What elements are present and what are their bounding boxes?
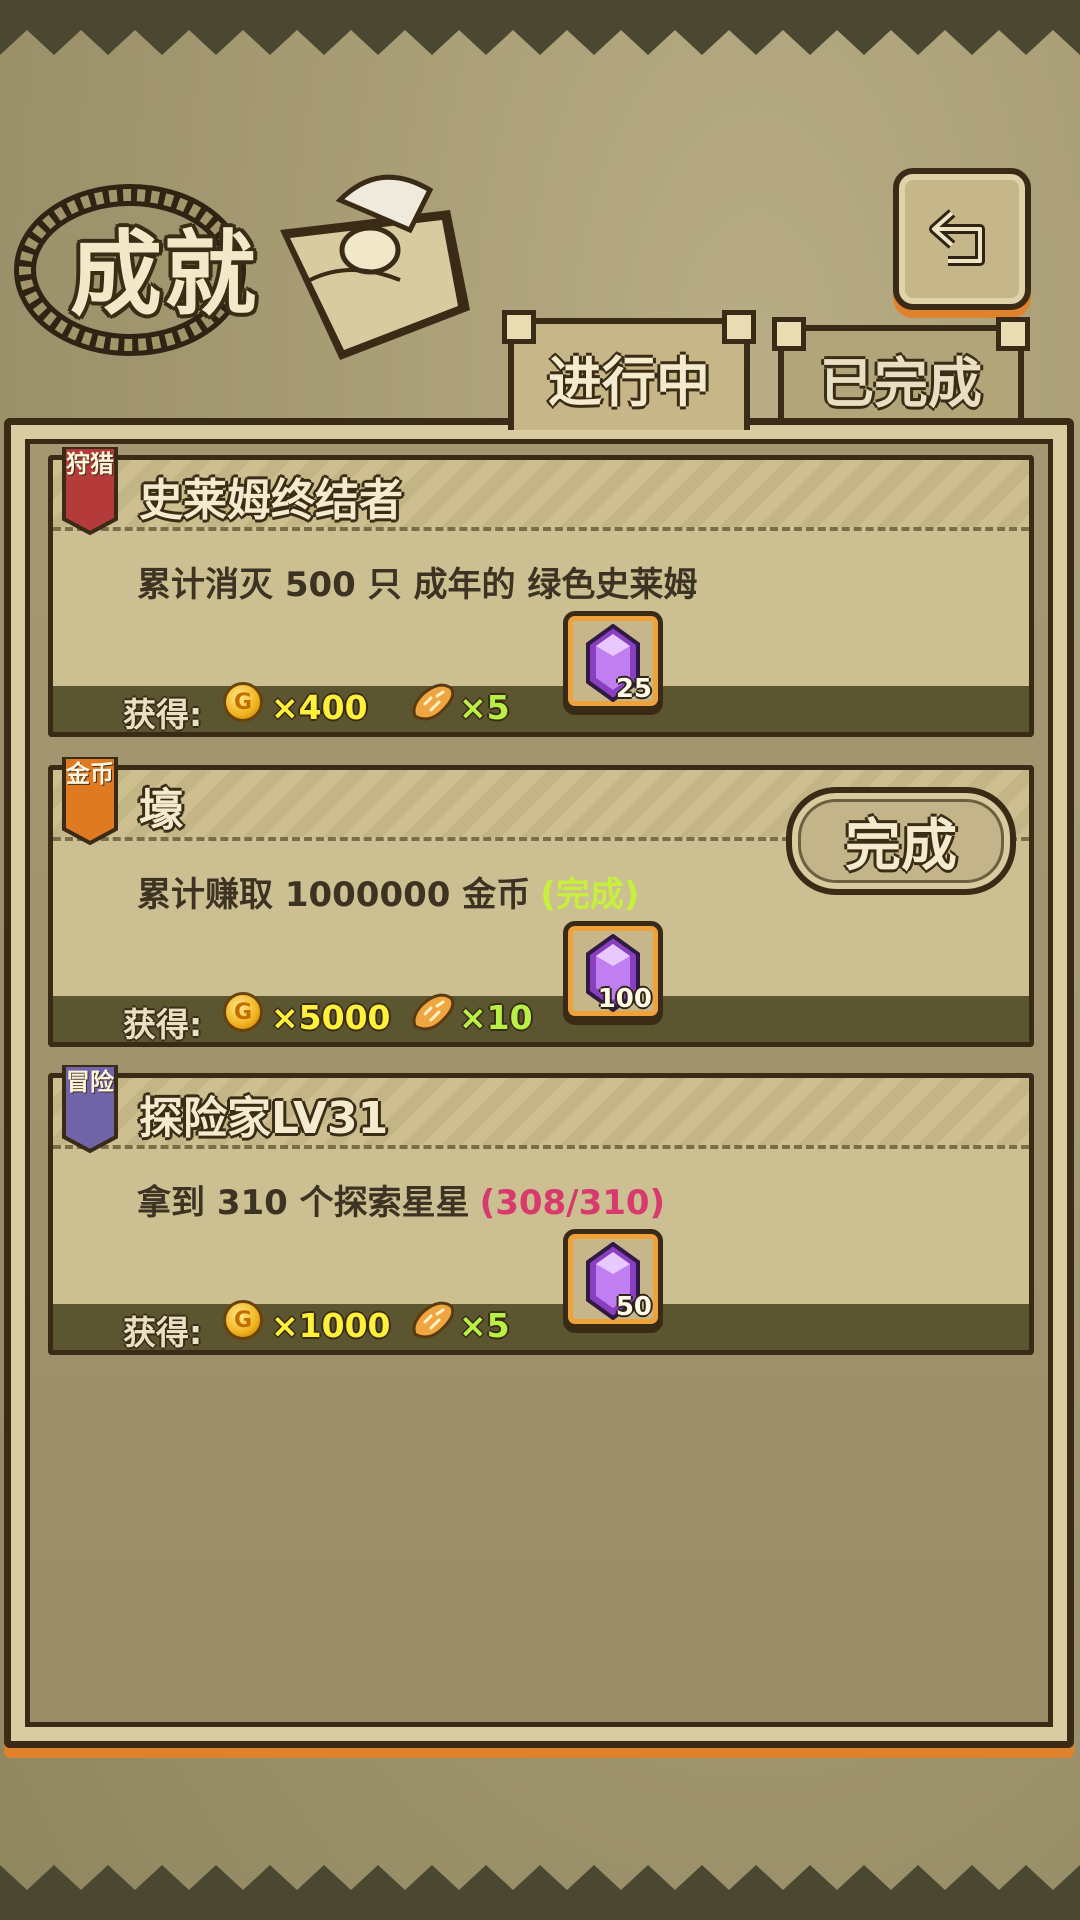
gem-count: 50 <box>615 1292 652 1322</box>
bread-reward: ×5 <box>459 688 510 727</box>
status-text: (完成) <box>540 875 640 915</box>
category-ribbon: 金币 <box>62 755 118 847</box>
page-title: 成就 <box>70 220 259 328</box>
gem-reward[interactable]: 100 <box>563 921 663 1021</box>
achievement-card: 探险家LV31 拿到 310 个探索星星 (308/310) 获得: G ×100… <box>48 1063 1034 1355</box>
tab-corner <box>996 317 1030 351</box>
coin-icon: G <box>223 992 263 1032</box>
bread-icon <box>412 1301 455 1339</box>
bottom-border <box>0 1865 1080 1920</box>
category-ribbon: 狩猎 <box>62 445 118 537</box>
gem-reward[interactable]: 50 <box>563 1229 663 1329</box>
achievement-description: 累计赚取 1000000 金币 (完成) <box>137 867 639 916</box>
card-body: 拿到 310 个探索星星 (308/310) 获得: G ×1000 ×5 50 <box>48 1145 1034 1355</box>
achievement-description: 累计消灭 500 只 成年的 绿色史莱姆 <box>137 557 697 606</box>
tab-completed-label: 已完成 <box>820 351 982 415</box>
card-body: 累计消灭 500 只 成年的 绿色史莱姆 获得: G ×400 ×5 25 <box>48 527 1034 737</box>
achievement-title: 壕 <box>139 785 183 836</box>
description-text: 累计消灭 500 只 成年的 绿色史莱姆 <box>137 565 698 605</box>
achievement-title: 史莱姆终结者 <box>139 475 403 526</box>
tab-in-progress[interactable]: 进行中 <box>502 310 756 430</box>
category-label: 狩猎 <box>66 450 114 478</box>
reward-bar: 获得: G ×5000 ×10 <box>53 992 1029 1044</box>
description-text: 累计赚取 1000000 金币 <box>137 875 531 915</box>
category-label: 金币 <box>66 760 114 788</box>
coin-reward: ×5000 <box>271 998 391 1037</box>
category-ribbon: 冒险 <box>62 1063 118 1155</box>
card-header: 探险家LV31 <box>48 1073 1034 1145</box>
divider <box>53 1145 1029 1149</box>
bread-icon <box>412 683 455 721</box>
tab-corner <box>502 310 536 344</box>
back-arrow-icon <box>929 209 985 266</box>
coin-reward: ×400 <box>271 688 368 727</box>
tab-corner <box>772 317 806 351</box>
tab-in-progress-label: 进行中 <box>548 350 710 414</box>
tab-corner <box>722 310 756 344</box>
description-text: 拿到 310 个探索星星 <box>137 1183 470 1223</box>
card-header: 史莱姆终结者 <box>48 455 1034 527</box>
coin-reward: ×1000 <box>271 1306 391 1345</box>
tab-completed[interactable]: 已完成 <box>772 317 1030 425</box>
top-border <box>0 0 1080 55</box>
bread-reward: ×5 <box>459 1306 510 1345</box>
reward-label: 获得: <box>123 695 203 734</box>
coin-icon: G <box>223 1300 263 1340</box>
back-button[interactable] <box>893 168 1031 310</box>
divider <box>53 527 1029 531</box>
category-label: 冒险 <box>66 1068 114 1096</box>
reward-bar: 获得: G ×400 ×5 <box>53 682 1029 734</box>
gem-count: 25 <box>615 674 652 704</box>
reward-label: 获得: <box>123 1005 203 1044</box>
achievement-description: 拿到 310 个探索星星 (308/310) <box>137 1175 665 1224</box>
gem-count: 100 <box>597 984 652 1014</box>
achievement-title: 探险家LV31 <box>139 1093 389 1144</box>
reward-label: 获得: <box>123 1313 203 1352</box>
bread-icon <box>412 993 455 1031</box>
bread-reward: ×10 <box>459 998 533 1037</box>
achievement-card: 史莱姆终结者 累计消灭 500 只 成年的 绿色史莱姆 获得: G ×400 ×… <box>48 445 1034 737</box>
reward-bar: 获得: G ×1000 ×5 <box>53 1300 1029 1352</box>
gem-reward[interactable]: 25 <box>563 611 663 711</box>
claim-complete-button[interactable]: 完成 <box>786 787 1016 895</box>
coin-icon: G <box>223 682 263 722</box>
progress-text: (308/310) <box>479 1183 666 1223</box>
